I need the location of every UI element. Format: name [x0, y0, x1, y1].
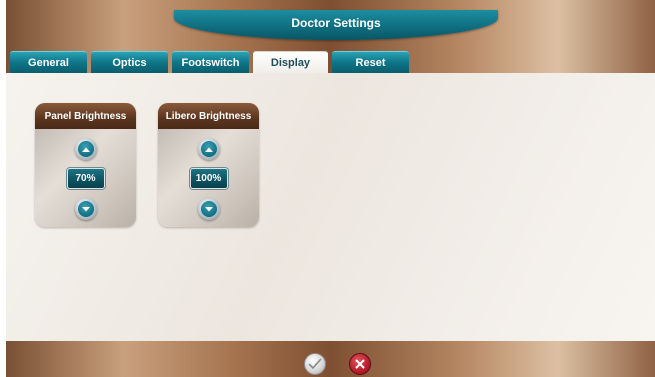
libero-brightness-title: Libero Brightness	[158, 103, 259, 129]
libero-brightness-decrease-button[interactable]	[197, 198, 220, 220]
panel-brightness-increase-button[interactable]	[74, 138, 97, 160]
libero-brightness-increase-button[interactable]	[197, 138, 220, 160]
tab-optics[interactable]: Optics	[91, 51, 168, 73]
chevron-up-icon	[200, 141, 217, 157]
confirm-button[interactable]	[304, 353, 326, 375]
checkmark-icon	[308, 358, 322, 369]
tab-footswitch[interactable]: Footswitch	[172, 51, 249, 73]
chevron-down-icon	[200, 201, 217, 217]
panel-brightness-title: Panel Brightness	[35, 103, 136, 129]
tab-display[interactable]: Display	[253, 51, 328, 73]
close-icon	[355, 359, 365, 369]
cancel-button[interactable]	[349, 353, 371, 375]
page-title: Doctor Settings	[291, 16, 381, 30]
tab-bar: General Optics Footswitch Display Reset	[10, 51, 413, 73]
panel-brightness-card: Panel Brightness 70%	[35, 103, 136, 227]
tab-general[interactable]: General	[10, 51, 87, 73]
panel-brightness-value: 70%	[66, 168, 105, 189]
chevron-down-icon	[77, 201, 94, 217]
libero-brightness-value: 100%	[189, 168, 228, 189]
chevron-up-icon	[77, 141, 94, 157]
libero-brightness-card: Libero Brightness 100%	[158, 103, 259, 227]
panel-brightness-decrease-button[interactable]	[74, 198, 97, 220]
tab-reset[interactable]: Reset	[332, 51, 409, 73]
